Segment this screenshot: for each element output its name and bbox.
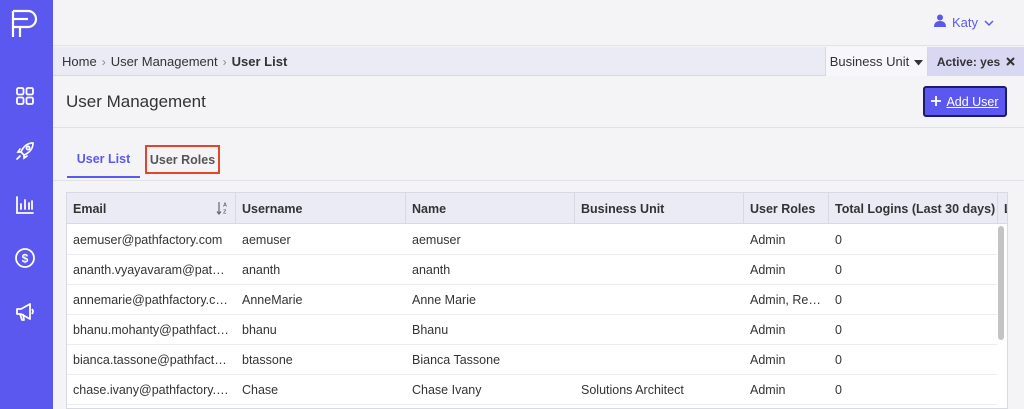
cell-name: Anne Marie [412, 293, 476, 307]
cell-business-unit [575, 315, 744, 345]
table-row[interactable]: aemuser@pathfactory.com aemuser aemuser … [67, 225, 997, 255]
breadcrumb-current: User List [231, 54, 288, 69]
add-user-label: Add User [946, 94, 999, 109]
cell-username: btassone [242, 353, 293, 367]
cell-email: aemuser@pathfactory.com [73, 233, 223, 247]
dashboard-grid-icon[interactable] [13, 84, 37, 108]
column-header-business-unit[interactable]: Business Unit [575, 193, 744, 224]
cell-user-roles: Admin, Reve... [750, 293, 829, 307]
user-menu[interactable]: Katy [933, 14, 994, 30]
business-unit-filter-label: Business Unit [829, 54, 910, 69]
page-header: User Management Add User [53, 76, 1024, 128]
pathfactory-logo-icon[interactable] [10, 8, 40, 40]
cell-user-roles: Admin [750, 323, 786, 337]
svg-text:A: A [223, 203, 227, 209]
breadcrumb-user-management[interactable]: User Management [111, 54, 218, 69]
megaphone-icon[interactable] [13, 300, 37, 324]
column-header-username[interactable]: Username [236, 193, 406, 224]
column-header-email[interactable]: Email AZ [67, 193, 236, 224]
cell-username: AnneMarie [242, 293, 303, 307]
cell-user-roles: Admin [750, 233, 786, 247]
breadcrumb-separator-icon: › [101, 54, 106, 69]
table-header: Email AZ Username Name Business Unit Use… [67, 193, 1007, 224]
cell-email: bhanu.mohanty@pathfactory... [73, 323, 236, 337]
cell-business-unit [575, 345, 744, 375]
cell-business-unit [575, 285, 744, 315]
cell-user-roles: Admin [750, 263, 786, 277]
cell-email: chase.ivany@pathfactory.com [73, 383, 236, 397]
cell-username: ananth [242, 263, 281, 277]
column-header-total-logins[interactable]: Total Logins (Last 30 days) [829, 193, 998, 224]
table-row[interactable]: bhanu.mohanty@pathfactory... bhanu Bhanu… [67, 315, 997, 345]
close-icon[interactable] [1006, 55, 1015, 69]
active-filter-label: Active: yes [936, 54, 1001, 69]
table-scrollbar[interactable] [998, 226, 1004, 340]
caret-down-icon [914, 54, 924, 69]
tab-bar: User List User Roles [53, 129, 1024, 181]
active-filter-chip[interactable]: Active: yes [928, 47, 1024, 76]
cell-name: Bianca Tassone [412, 353, 501, 367]
table-row[interactable]: chase.ivany@pathfactory.com Chase Chase … [67, 375, 997, 405]
breadcrumb-home[interactable]: Home [62, 54, 97, 69]
column-header-email-label: Email [73, 202, 107, 216]
cell-email: ananth.vyayavaram@pathfac... [73, 263, 236, 277]
breadcrumb-separator-icon: › [222, 54, 227, 69]
svg-text:$: $ [22, 252, 29, 266]
cell-business-unit: Solutions Architect [581, 383, 684, 397]
business-unit-filter[interactable]: Business Unit [825, 47, 928, 76]
cell-total-logins: 0 [835, 293, 842, 307]
cell-total-logins: 0 [835, 323, 842, 337]
sort-az-icon[interactable]: AZ [216, 201, 228, 218]
person-icon [933, 14, 946, 30]
cell-username: Chase [242, 383, 279, 397]
user-table: Email AZ Username Name Business Unit Use… [66, 192, 1008, 409]
cell-username: aemuser [242, 233, 291, 247]
rocket-icon[interactable] [13, 139, 37, 163]
cell-name: ananth [412, 263, 451, 277]
cell-email: bianca.tassone@pathfactory... [73, 353, 236, 367]
cell-name: aemuser [412, 233, 461, 247]
cell-email: annemarie@pathfactory.com [73, 293, 233, 307]
cell-business-unit [575, 255, 744, 285]
tab-user-roles[interactable]: User Roles [145, 145, 220, 174]
cell-total-logins: 0 [835, 263, 842, 277]
breadcrumb: Home › User Management › User List [62, 54, 287, 69]
sidebar: $ [0, 0, 53, 409]
cell-username: bhanu [242, 323, 277, 337]
cell-user-roles: Admin [750, 383, 786, 397]
chevron-down-icon [984, 15, 994, 30]
cell-name: Chase Ivany [412, 383, 482, 397]
table-row[interactable]: bianca.tassone@pathfactory... btassone B… [67, 345, 997, 375]
breadcrumb-bar: Home › User Management › User List Busin… [53, 47, 1024, 76]
top-bar: Katy [53, 0, 1024, 46]
svg-text:Z: Z [223, 210, 227, 216]
cell-total-logins: 0 [835, 353, 842, 367]
user-name: Katy [951, 14, 978, 30]
dollar-icon[interactable]: $ [13, 246, 37, 270]
column-header-user-roles[interactable]: User Roles [744, 193, 829, 224]
page-title: User Management [66, 92, 206, 111]
cell-total-logins: 0 [835, 233, 842, 247]
column-header-name[interactable]: Name [406, 193, 575, 224]
table-row[interactable]: ananth.vyayavaram@pathfac... ananth anan… [67, 255, 997, 285]
add-user-button[interactable]: Add User [923, 86, 1007, 117]
plus-icon [931, 95, 942, 109]
table-row[interactable]: annemarie@pathfactory.com AnneMarie Anne… [67, 285, 997, 315]
cell-business-unit [575, 225, 744, 255]
analytics-bar-icon[interactable] [13, 193, 37, 217]
cell-name: Bhanu [412, 323, 449, 337]
cell-total-logins: 0 [835, 383, 842, 397]
cell-user-roles: Admin [750, 353, 786, 367]
tab-user-list[interactable]: User List [67, 145, 140, 178]
column-header-last[interactable]: L [998, 193, 1007, 224]
